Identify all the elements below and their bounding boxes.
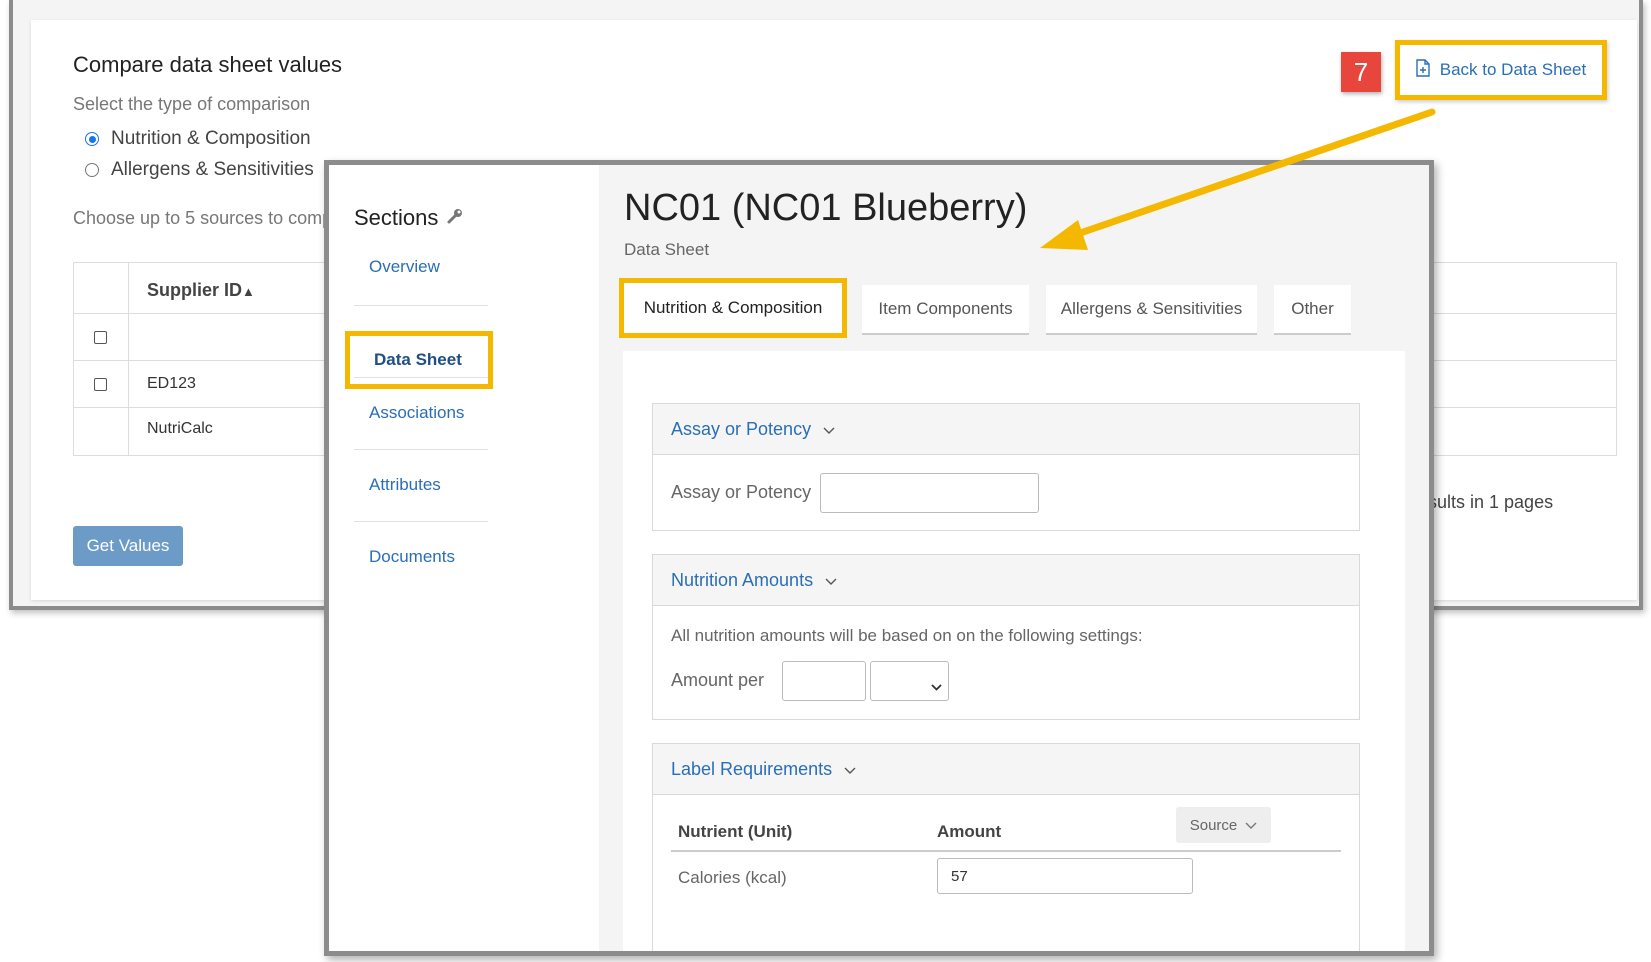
sort-asc-icon: ▲ (242, 284, 255, 299)
amount-per-input[interactable] (782, 661, 866, 701)
tab-nutrition-composition[interactable]: Nutrition & Composition (619, 278, 847, 338)
calories-amount-input[interactable]: 57 (937, 858, 1193, 894)
assay-field-label: Assay or Potency (671, 482, 812, 502)
section-header-label: Nutrition Amounts (671, 569, 814, 590)
wrench-icon[interactable] (446, 205, 464, 231)
sections-sidebar: Sections Overview Data Sheet Association… (329, 165, 599, 951)
row-checkbox[interactable] (94, 378, 107, 391)
calories-amount-value: 57 (951, 868, 968, 885)
label-requirements-section: Label Requirements Nutrient (Unit) Amoun… (652, 743, 1360, 951)
nav-divider (354, 449, 488, 450)
column-header-amount: Amount (937, 822, 1002, 841)
tab-content-card: Assay or Potency Assay or Potency Nutrit… (623, 351, 1405, 951)
label-requirements-header[interactable]: Label Requirements (653, 744, 1359, 795)
section-header-label: Label Requirements (671, 758, 833, 779)
document-icon (1416, 58, 1440, 82)
nutrition-amounts-section: Nutrition Amounts All nutrition amounts … (652, 554, 1360, 720)
data-sheet-content: NC01 (NC01 Blueberry) Data Sheet Nutriti… (599, 165, 1429, 951)
nav-divider (354, 521, 488, 522)
sections-title: Sections (354, 205, 464, 231)
chevron-down-icon (931, 678, 942, 696)
tab-allergens-sensitivities[interactable]: Allergens & Sensitivities (1046, 285, 1257, 335)
sources-hint: Choose up to 5 sources to comp (73, 208, 333, 228)
assay-section: Assay or Potency Assay or Potency (652, 403, 1360, 531)
source-dropdown-button[interactable]: Source (1176, 807, 1271, 843)
item-title: NC01 (NC01 Blueberry) (624, 187, 1028, 229)
nutrient-calories: Calories (kcal) (678, 868, 787, 887)
tab-other[interactable]: Other (1274, 285, 1351, 335)
radio-allergens[interactable]: Allergens & Sensitivities (85, 159, 314, 181)
nav-item-associations[interactable]: Associations (369, 403, 464, 423)
supplier-cell: NutriCalc (147, 420, 213, 437)
amount-unit-select[interactable] (870, 661, 949, 701)
column-header-label: Supplier ID (147, 280, 243, 300)
column-header-nutrient: Nutrient (Unit) (678, 822, 793, 841)
nutrition-amounts-header[interactable]: Nutrition Amounts (653, 555, 1359, 606)
comparison-type-label: Select the type of comparison (73, 94, 311, 114)
radio-label: Nutrition & Composition (111, 128, 311, 149)
back-to-data-sheet-button[interactable]: Back to Data Sheet (1395, 40, 1607, 100)
chevron-down-icon (823, 419, 835, 440)
chevron-down-icon (844, 759, 856, 780)
chevron-down-icon (1237, 817, 1257, 834)
step-number-badge: 7 (1341, 52, 1381, 92)
table-header-divider (671, 850, 1341, 852)
column-header-supplier-id[interactable]: Supplier ID▲ (147, 280, 255, 301)
amount-per-label: Amount per (671, 670, 765, 690)
nav-item-label: Data Sheet (374, 350, 462, 369)
item-subtitle: Data Sheet (624, 240, 710, 259)
nav-item-overview[interactable]: Overview (369, 257, 440, 277)
assay-section-header[interactable]: Assay or Potency (653, 404, 1359, 455)
nav-divider (354, 305, 488, 306)
radio-selected-icon[interactable] (85, 132, 99, 146)
assay-input[interactable] (820, 473, 1039, 513)
row-checkbox[interactable] (94, 331, 107, 344)
page-title: Compare data sheet values (73, 52, 343, 77)
radio-nutrition[interactable]: Nutrition & Composition (85, 128, 311, 150)
radio-unselected-icon[interactable] (85, 163, 99, 177)
tab-item-components[interactable]: Item Components (862, 285, 1029, 335)
nav-item-attributes[interactable]: Attributes (369, 475, 441, 495)
supplier-cell: ED123 (147, 375, 196, 392)
nav-item-documents[interactable]: Documents (369, 547, 455, 567)
sections-title-label: Sections (354, 205, 439, 230)
get-values-button[interactable]: Get Values (73, 526, 183, 566)
nav-divider (354, 377, 488, 378)
nutrition-settings-note: All nutrition amounts will be based on o… (671, 626, 1143, 645)
back-to-data-sheet-label: Back to Data Sheet (1439, 60, 1587, 79)
section-header-label: Assay or Potency (671, 418, 812, 439)
radio-label: Allergens & Sensitivities (111, 159, 314, 180)
data-sheet-window: Sections Overview Data Sheet Association… (324, 160, 1434, 956)
source-label: Source (1189, 816, 1238, 834)
chevron-down-icon (825, 570, 837, 591)
nav-item-data-sheet[interactable]: Data Sheet (345, 331, 493, 389)
